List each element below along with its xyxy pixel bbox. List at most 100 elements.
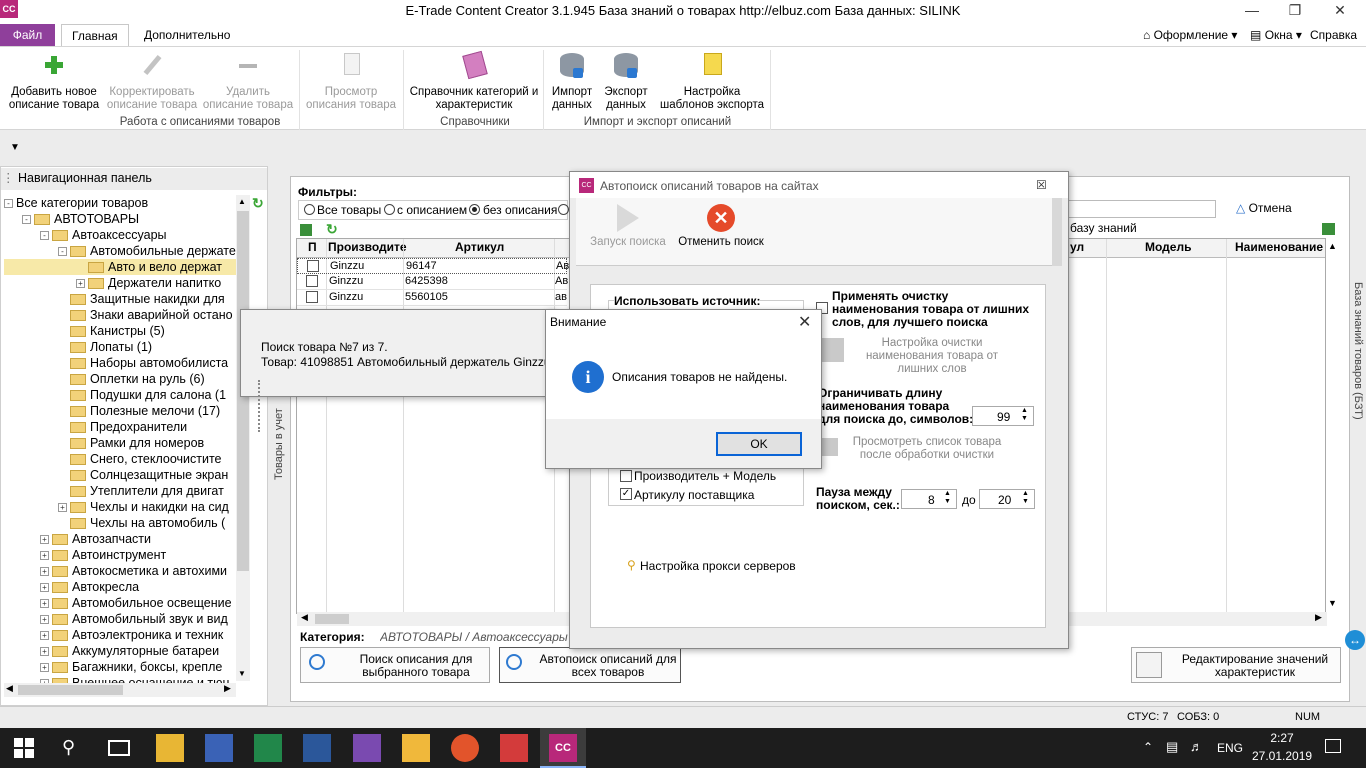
tree-item[interactable]: Предохранители — [4, 419, 236, 435]
right-vertical-tab[interactable]: База знаний товаров (БЗТ) — [1350, 282, 1364, 442]
filter-extra-radio[interactable] — [558, 204, 569, 215]
tab-extra[interactable]: Дополнительно — [134, 24, 240, 46]
tree-item[interactable]: + Чехлы и накидки на сид — [4, 499, 236, 515]
grid-scroll-right-icon[interactable]: ▶ — [1315, 612, 1322, 623]
grid-scroll-up-icon[interactable]: ▲ — [1328, 241, 1337, 251]
alert-close-button[interactable]: ✕ — [798, 312, 811, 332]
spin-arrows-icon[interactable]: ▲ ▼ — [1022, 490, 1029, 506]
col-header-p[interactable]: П — [308, 240, 317, 256]
col-header-article[interactable]: Артикул — [455, 240, 504, 256]
scroll-right-icon[interactable]: ▶ — [224, 683, 231, 694]
expand-icon[interactable]: + — [40, 599, 49, 609]
excel-icon[interactable] — [254, 734, 282, 762]
tray-chevron-icon[interactable]: ⌃ — [1143, 740, 1153, 754]
col-header-kb-article[interactable]: ул — [1070, 240, 1084, 256]
volume-icon[interactable]: ♬ — [1190, 739, 1203, 754]
tree-item[interactable]: + Автоинструмент — [4, 547, 236, 563]
scroll-up-icon[interactable]: ▲ — [238, 197, 246, 206]
tree-item[interactable]: Полезные мелочи (17) — [4, 403, 236, 419]
design-menu[interactable]: ⌂ Оформление ▾ — [1143, 28, 1237, 42]
minimize-button[interactable]: — — [1237, 2, 1267, 22]
tree-item[interactable]: Наборы автомобилиста — [4, 355, 236, 371]
grid-hscroll-thumb[interactable] — [315, 614, 349, 624]
export-button[interactable]: Экспорт данных — [600, 50, 652, 112]
spin-arrows-icon[interactable]: ▲ ▼ — [944, 490, 951, 506]
tree-item[interactable]: - АВТОТОВАРЫ — [4, 211, 236, 227]
refresh-icon[interactable]: ↻ — [252, 195, 268, 211]
category-tree[interactable]: - Все категории товаров - АВТОТОВАРЫ - Автоак… — [4, 195, 236, 685]
expand-icon[interactable]: + — [58, 503, 67, 513]
expand-icon[interactable]: + — [40, 647, 49, 657]
col-header-name[interactable]: Наименование — [1235, 240, 1323, 256]
kb-search-input[interactable] — [1068, 200, 1216, 218]
expand-icon[interactable]: + — [40, 583, 49, 593]
word-icon[interactable] — [303, 734, 331, 762]
row-checkbox[interactable] — [306, 275, 318, 287]
view-description-button[interactable]: Просмотр описания товара — [303, 50, 399, 112]
tree-item[interactable]: + Автокосметика и автохими — [4, 563, 236, 579]
filter-all-radio[interactable] — [304, 204, 315, 215]
add-description-button[interactable]: Добавить новое описание товара — [5, 50, 103, 112]
limit-length-input[interactable]: 99 ▲ ▼ — [972, 406, 1034, 426]
clock-date[interactable]: 27.01.2019 — [1252, 749, 1312, 763]
tree-item[interactable]: Защитные накидки для — [4, 291, 236, 307]
windows-start-icon[interactable] — [14, 738, 34, 758]
search-all-button[interactable]: Автопоиск описаний для всех товаров — [499, 647, 681, 683]
clean-settings-button[interactable]: Настройка очистки наименования товара от… — [844, 337, 1020, 376]
camera-app-icon[interactable] — [500, 734, 528, 762]
tree-item[interactable]: Подушки для салона (1 — [4, 387, 236, 403]
filter-with-radio[interactable] — [384, 204, 395, 215]
task-view-icon[interactable] — [108, 740, 130, 756]
grid-scroll-left-icon[interactable]: ◀ — [301, 612, 308, 623]
view-list-button[interactable]: Просмотреть список товара после обработк… — [838, 436, 1016, 462]
expand-icon[interactable]: + — [76, 279, 85, 289]
view-list-icon[interactable] — [820, 438, 838, 456]
expand-icon[interactable]: + — [40, 567, 49, 577]
cancel-search-button[interactable]: ✕ Отменить поиск — [676, 204, 766, 248]
expand-icon[interactable]: + — [40, 615, 49, 625]
collapse-icon[interactable]: - — [58, 247, 67, 257]
tree-item[interactable]: Авто и вело держат — [4, 259, 236, 275]
export-templates-button[interactable]: Настройка шаблонов экспорта — [656, 50, 768, 112]
teamviewer-icon[interactable]: ↔ — [1345, 630, 1365, 650]
tree-item[interactable]: + Автокресла — [4, 579, 236, 595]
grid-tool-icon[interactable] — [300, 224, 312, 236]
spin-arrows-icon[interactable]: ▲ ▼ — [1021, 407, 1028, 423]
expand-icon[interactable]: + — [40, 535, 49, 545]
expand-icon[interactable]: + — [40, 551, 49, 561]
collapse-icon[interactable]: - — [40, 231, 49, 241]
network-icon[interactable]: ▤ — [1166, 739, 1178, 755]
tree-item[interactable]: - Автоаксессуары — [4, 227, 236, 243]
expand-icon[interactable]: + — [40, 663, 49, 673]
table-row[interactable]: Ginzzu 6425398 Ав — [297, 274, 568, 290]
autosearch-toolbar-scroll[interactable] — [1052, 198, 1062, 266]
clean-settings-icon[interactable] — [820, 338, 844, 362]
tree-item[interactable]: Лопаты (1) — [4, 339, 236, 355]
tree-item[interactable]: Снего, стеклоочистите — [4, 451, 236, 467]
tree-item[interactable]: + Автоэлектроника и техник — [4, 627, 236, 643]
tree-item[interactable]: Чехлы на автомобиль ( — [4, 515, 236, 531]
collapse-icon[interactable]: - — [4, 199, 13, 209]
tab-file[interactable]: Файл — [0, 24, 55, 46]
scroll-down-icon[interactable]: ▼ — [238, 669, 246, 678]
tree-item[interactable]: Знаки аварийной остано — [4, 307, 236, 323]
notification-icon[interactable] — [1325, 739, 1341, 753]
supplier-article-checkbox[interactable]: ✓ — [620, 488, 632, 500]
splitter-grip[interactable] — [258, 380, 264, 432]
grid-scroll-down-icon[interactable]: ▼ — [1328, 598, 1337, 608]
tree-item[interactable]: Солнцезащитные экран — [4, 467, 236, 483]
pause-from-input[interactable]: 8 ▲ ▼ — [901, 489, 957, 509]
tree-hscroll-thumb[interactable] — [18, 685, 123, 695]
taskbar-active-app[interactable]: CC — [540, 728, 586, 768]
autosearch-close-button[interactable]: ☒ — [1036, 178, 1047, 192]
windows-menu[interactable]: ▤ Окна ▾ — [1250, 28, 1302, 42]
tree-item[interactable]: Канистры (5) — [4, 323, 236, 339]
ok-button[interactable]: OK — [716, 432, 802, 456]
catalog-button[interactable]: Справочник категорий и характеристик — [408, 50, 540, 112]
expand-icon[interactable]: + — [40, 631, 49, 641]
mail-app-icon[interactable] — [402, 734, 430, 762]
tree-item[interactable]: + Автомобильный звук и вид — [4, 611, 236, 627]
maximize-button[interactable]: ❐ — [1280, 2, 1310, 22]
tree-item[interactable]: Утеплители для двигат — [4, 483, 236, 499]
winrar-icon[interactable] — [353, 734, 381, 762]
